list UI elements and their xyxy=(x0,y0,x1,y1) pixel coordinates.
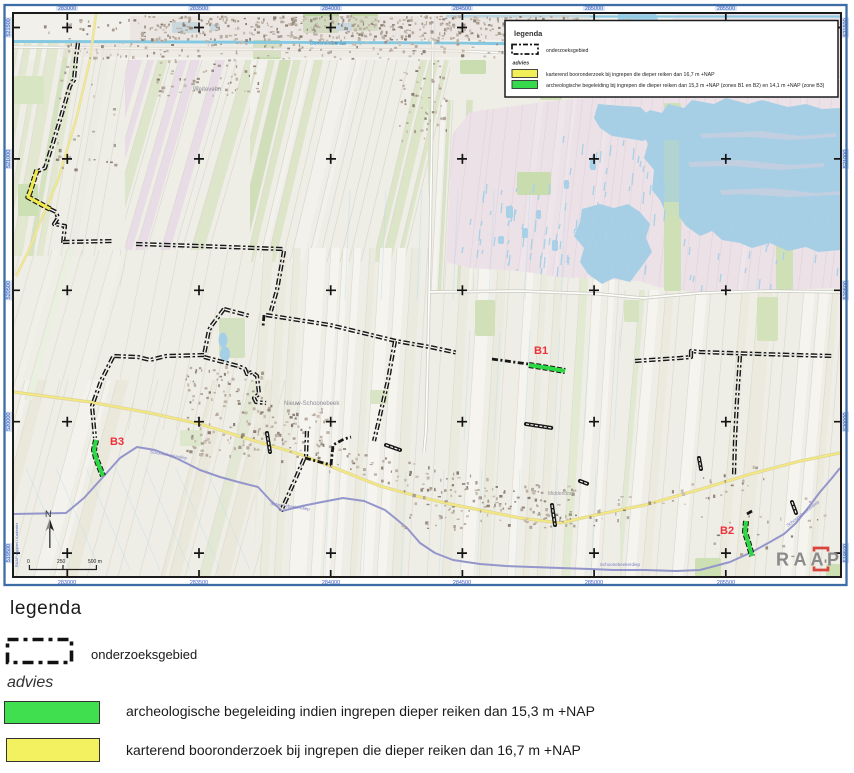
svg-text:B2: B2 xyxy=(720,525,734,537)
svg-text:A: A xyxy=(811,550,824,570)
svg-text:285500: 285500 xyxy=(717,6,735,12)
svg-text:B1: B1 xyxy=(534,345,548,357)
svg-text:karterend booronderzoek bij in: karterend booronderzoek bij ingrepen die… xyxy=(546,72,715,78)
svg-text:285000: 285000 xyxy=(585,6,603,12)
svg-text:520000: 520000 xyxy=(6,413,12,431)
svg-text:284000: 284000 xyxy=(322,6,340,12)
svg-text:RAAP-rapport / Kadaster: RAAP-rapport / Kadaster xyxy=(14,522,19,567)
svg-text:284500: 284500 xyxy=(453,6,471,12)
svg-text:Middendorp: Middendorp xyxy=(548,491,575,497)
svg-text:advies: advies xyxy=(513,61,530,67)
svg-text:520500: 520500 xyxy=(6,281,12,299)
svg-text:519500: 519500 xyxy=(6,544,12,562)
svg-text:521000: 521000 xyxy=(6,150,12,168)
svg-text:legenda: legenda xyxy=(514,29,543,38)
svg-text:Schoonebeekerdiep: Schoonebeekerdiep xyxy=(600,562,641,567)
svg-text:250: 250 xyxy=(57,559,66,565)
svg-text:onderzoeksgebied: onderzoeksgebied xyxy=(546,48,589,54)
svg-text:521500: 521500 xyxy=(6,18,12,36)
svg-text:R: R xyxy=(776,550,789,570)
svg-text:B3: B3 xyxy=(110,436,124,448)
svg-text:archeologische begeleiding bij: archeologische begeleiding bij ingrepen … xyxy=(546,83,825,89)
svg-text:0: 0 xyxy=(27,559,30,565)
svg-text:A: A xyxy=(794,550,807,570)
svg-text:Nieuw-Schoonebeek: Nieuw-Schoonebeek xyxy=(284,401,340,407)
svg-text:Weiteveen: Weiteveen xyxy=(193,87,221,93)
svg-text:Dommerskanaal: Dommerskanaal xyxy=(310,41,346,47)
svg-text:283500: 283500 xyxy=(190,6,208,12)
svg-text:N: N xyxy=(45,509,52,519)
svg-text:283000: 283000 xyxy=(58,6,76,12)
svg-text:500 m: 500 m xyxy=(88,559,102,565)
